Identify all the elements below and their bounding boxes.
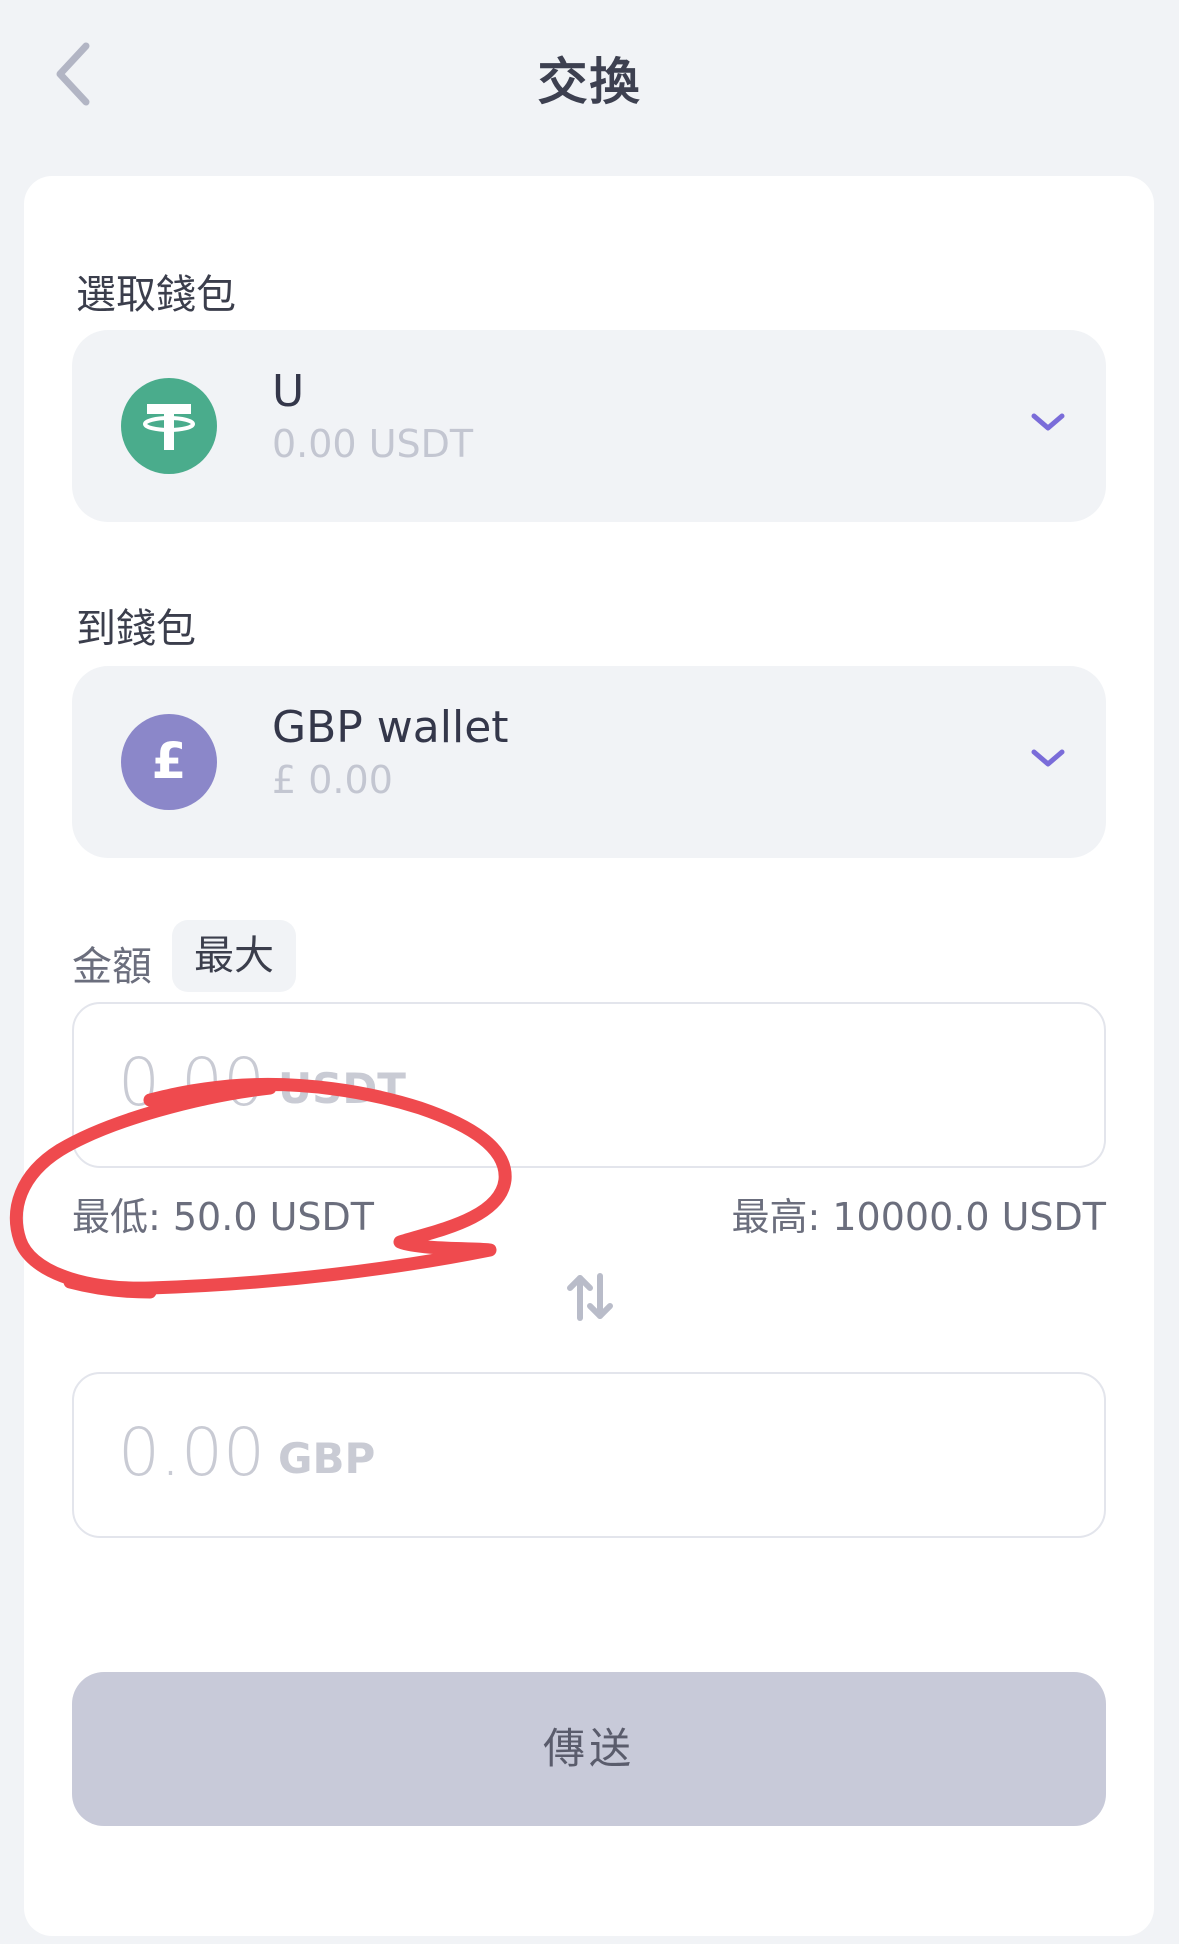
min-limit-text: 最低: 50.0 USDT: [72, 1195, 374, 1239]
amount-label: 金額: [72, 944, 152, 990]
from-wallet-name: U: [272, 366, 305, 417]
to-wallet-label: 到錢包: [76, 606, 196, 652]
header-bar: 交換: [0, 0, 1179, 160]
from-wallet-select[interactable]: U 0.00 USDT: [72, 330, 1106, 522]
amount-input-unit: USDT: [278, 1064, 406, 1113]
output-amount-unit: GBP: [278, 1434, 376, 1483]
pound-icon: £: [121, 714, 217, 810]
page-title: 交換: [537, 53, 642, 111]
max-button[interactable]: 最大: [172, 920, 296, 992]
output-amount-value: 0.00: [118, 1414, 265, 1491]
swap-arrows-icon[interactable]: [564, 1270, 616, 1324]
to-wallet-name: GBP wallet: [272, 702, 509, 753]
from-wallet-label: 選取錢包: [76, 272, 236, 318]
svg-text:£: £: [152, 732, 187, 790]
chevron-down-icon: [1031, 413, 1065, 431]
amount-input[interactable]: 0.00 USDT: [72, 1002, 1106, 1168]
send-button[interactable]: 傳送: [72, 1672, 1106, 1826]
from-wallet-balance: 0.00 USDT: [272, 422, 474, 466]
amount-input-value: 0.00: [118, 1044, 265, 1121]
max-limit-text: 最高: 10000.0 USDT: [731, 1195, 1106, 1239]
exchange-card: 選取錢包 U 0.00 USDT 到錢包 £ GBP wallet £ 0.00: [24, 176, 1154, 1936]
tether-icon: [121, 378, 217, 474]
to-wallet-select[interactable]: £ GBP wallet £ 0.00: [72, 666, 1106, 858]
to-wallet-balance: £ 0.00: [272, 758, 393, 802]
output-amount-field[interactable]: 0.00 GBP: [72, 1372, 1106, 1538]
chevron-down-icon: [1031, 749, 1065, 767]
